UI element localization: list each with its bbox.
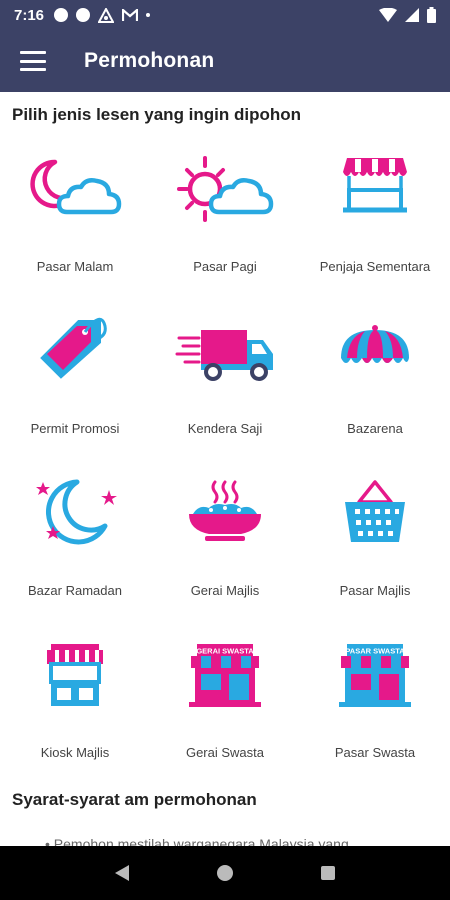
price-tag-icon [40,317,107,379]
tile-label: Pasar Malam [36,259,114,274]
tile-label: Pasar Pagi [193,259,257,274]
page-title: Permohonan [84,49,215,72]
tile-gerai-majlis[interactable]: Gerai Majlis [150,460,300,622]
tile-pasar-pagi[interactable]: Pasar Pagi [150,136,300,298]
canopy-icon [341,325,409,363]
requirements-heading: Syarat-syarat am permohonan [12,790,257,809]
tile-pasar-majlis[interactable]: Pasar Majlis [300,460,450,622]
tile-label: Kendera Saji [187,421,263,436]
tile-label: Bazarena [347,421,403,436]
license-type-heading: Pilih jenis lesen yang ingin dipohon [12,105,302,124]
hot-food-bowl-icon [189,480,261,541]
sun-cloud-icon [177,156,274,222]
tile-label: Bazar Ramadan [28,583,122,598]
signal-icon [405,8,419,22]
vendor-cart-icon [343,158,407,213]
recents-square-icon [321,866,336,880]
tile-gerai-swasta[interactable]: GERAI SWASTA Gerai Swasta [150,622,300,784]
wifi-icon [379,8,397,22]
back-button[interactable] [107,858,137,888]
more-notifications-icon [146,13,151,17]
home-circle-icon [216,865,233,881]
tile-pasar-swasta[interactable]: PASAR SWASTA Pasar Swasta [300,622,450,784]
storefront-icon: GERAI SWASTA [189,644,261,707]
home-button[interactable] [210,858,240,888]
tile-label: Penjaja Sementara [319,259,431,274]
tile-pasar-malam[interactable]: Pasar Malam [0,136,150,298]
requirement-text: Pemohon mestilah warganegara Malaysia ya… [53,836,349,846]
gerai-sign-text: GERAI SWASTA [196,647,254,656]
recents-button[interactable] [313,858,343,888]
requirements-list-item: • Pemohon mestilah warganegara Malaysia … [45,836,349,846]
license-grid: Pasar Malam Pasar Pagi Penjaja Sementara… [0,136,450,784]
status-bar: 7:16 [0,0,450,30]
tile-kiosk-majlis[interactable]: Kiosk Majlis [0,622,150,784]
tile-penjaja-sementara[interactable]: Penjaja Sementara [300,136,450,298]
system-icons [379,7,436,23]
crescent-stars-icon [36,479,117,545]
battery-icon [427,7,436,23]
hamburger-menu-icon[interactable] [20,51,46,71]
moon-cloud-icon [30,159,122,215]
system-nav-bar [0,846,450,900]
tile-kendera-saji[interactable]: Kendera Saji [150,298,300,460]
tile-permit-promosi[interactable]: Permit Promosi [0,298,150,460]
kiosk-icon [47,644,103,706]
pasar-sign-text: PASAR SWASTA [345,647,405,656]
tile-bazarena[interactable]: Bazarena [300,298,450,460]
tile-label: Pasar Majlis [339,583,411,598]
market-store-icon: PASAR SWASTA [339,644,411,707]
app-bar: Permohonan [0,30,450,92]
tile-label: Permit Promosi [30,421,120,436]
tile-label: Gerai Majlis [190,583,260,598]
main-content[interactable]: Pilih jenis lesen yang ingin dipohon Pas… [0,92,450,846]
tile-label: Kiosk Majlis [40,745,110,760]
tile-label: Gerai Swasta [185,745,265,760]
tile-bazar-ramadan[interactable]: Bazar Ramadan [0,460,150,622]
delivery-truck-icon [175,330,273,381]
status-time: 7:16 [14,6,45,24]
notification-icons [54,7,151,23]
notification-circle-icon [54,8,69,22]
back-triangle-icon [114,865,129,881]
tile-label: Pasar Swasta [334,745,416,760]
notification-circle-icon [76,8,91,22]
shopping-basket-icon [345,480,405,542]
vpn-triangle-icon [98,7,115,23]
gmail-icon [122,8,139,21]
